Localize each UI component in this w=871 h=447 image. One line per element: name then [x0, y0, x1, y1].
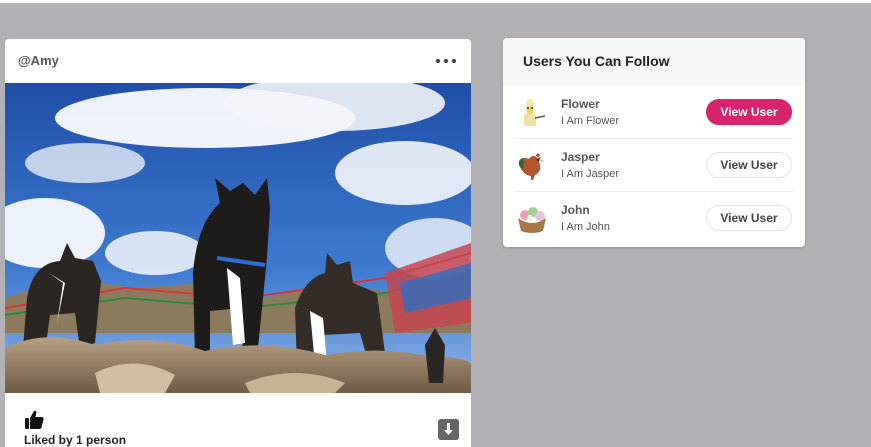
post-username[interactable]: @Amy [18, 53, 59, 68]
post-card: @Amy Liked by 1 person [5, 39, 471, 447]
top-strip [0, 0, 871, 3]
user-row-john: John I Am John View User [503, 192, 805, 245]
user-name[interactable]: John [561, 203, 590, 217]
user-bio: I Am Flower [561, 115, 620, 127]
likes-count-text: Liked by 1 person [24, 433, 127, 447]
view-user-button-john[interactable]: View User [706, 205, 792, 231]
flower-pot-avatar-icon[interactable] [515, 96, 549, 130]
rooster-avatar-icon[interactable] [515, 149, 549, 183]
user-bio: I Am Jasper [561, 168, 620, 180]
flower-basket-avatar-icon[interactable] [515, 202, 549, 236]
more-dot [444, 59, 448, 63]
view-user-button-jasper[interactable]: View User [706, 152, 792, 178]
thumbs-up-icon[interactable] [23, 409, 45, 431]
user-bio: I Am John [561, 221, 610, 233]
download-icon[interactable] [438, 419, 459, 440]
more-options-icon[interactable] [433, 51, 459, 71]
view-user-button-flower[interactable]: View User [706, 99, 792, 125]
follow-suggestions-header: Users You Can Follow [503, 38, 805, 86]
post-header: @Amy [5, 39, 471, 83]
user-name[interactable]: Flower [561, 97, 600, 111]
post-footer: Liked by 1 person [5, 393, 471, 447]
follow-suggestions-title: Users You Can Follow [523, 53, 670, 69]
user-name[interactable]: Jasper [561, 150, 600, 164]
follow-suggestions-card: Users You Can Follow Flower I Am Flower … [503, 38, 805, 247]
user-row-flower: Flower I Am Flower View User [503, 86, 805, 139]
post-image [5, 83, 471, 393]
more-dot [436, 59, 440, 63]
more-dot [452, 59, 456, 63]
user-row-jasper: Jasper I Am Jasper View User [503, 139, 805, 192]
